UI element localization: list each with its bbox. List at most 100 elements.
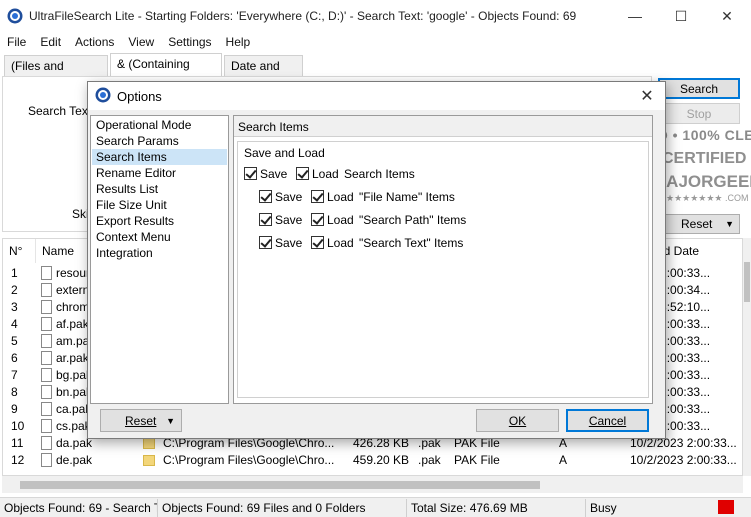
app-logo-icon <box>7 8 23 24</box>
cell-number: 3 <box>11 300 18 314</box>
status-total-size: Total Size: 476.69 MB <box>407 499 586 517</box>
load-checkbox-label: Load <box>327 190 354 204</box>
load-checkbox-label: Load <box>327 236 354 250</box>
table-row[interactable]: 12 de.pak C:\Program Files\Google\Chro... 4… <box>3 452 742 469</box>
status-files-folders: Objects Found: 69 Files and 0 Folders <box>158 499 407 517</box>
menu-help[interactable]: Help <box>219 32 258 52</box>
nav-item-rename-editor[interactable]: Rename Editor <box>92 165 227 181</box>
cell-path: C:\Program Files\Google\Chro... <box>163 453 335 467</box>
dialog-title-bar <box>88 82 665 110</box>
window-title: UltraFileSearch Lite - Starting Folders:… <box>29 9 577 23</box>
file-icon <box>41 317 52 331</box>
nav-item-file-size-unit[interactable]: File Size Unit <box>92 197 227 213</box>
tab-files-and-folders[interactable]: (Files and Folders) <box>4 55 108 93</box>
file-icon <box>41 283 52 297</box>
cell-attributes: A <box>559 453 568 467</box>
search-item-label: "File Name" Items <box>359 190 455 204</box>
status-objects-found: Objects Found: 69 - Search Time <box>0 499 158 517</box>
cell-number: 11 <box>11 436 24 450</box>
watermark-certified-text: CERTIFIED <box>662 150 747 167</box>
cell-type: PAK File <box>454 453 500 467</box>
status-bar: Objects Found: 69 - Search Time Objects … <box>0 497 751 517</box>
load-checkbox[interactable] <box>311 236 324 249</box>
cell-number: 5 <box>11 334 18 348</box>
reset-button-label: Reset <box>681 217 713 231</box>
column-header-date[interactable]: ed Date <box>653 239 742 263</box>
maximize-button[interactable]: ☐ <box>658 0 704 32</box>
ok-button[interactable]: OK <box>476 409 559 432</box>
minimize-button[interactable]: — <box>612 0 658 32</box>
dialog-reset-label: Reset <box>125 413 157 428</box>
menu-actions[interactable]: Actions <box>68 32 121 52</box>
search-text-label: Search Text <box>28 104 92 118</box>
cancel-button-label: Cancel <box>588 413 627 428</box>
menu-file[interactable]: File <box>0 32 33 52</box>
cell-number: 9 <box>11 402 18 416</box>
group-label: Save and Load <box>244 146 325 160</box>
nav-item-search-items[interactable]: Search Items <box>92 149 227 165</box>
cell-number: 8 <box>11 385 18 399</box>
search-item-label: Search Items <box>344 167 415 181</box>
dialog-close-button[interactable]: ✕ <box>635 84 659 108</box>
maximize-icon: ☐ <box>674 7 688 24</box>
load-checkbox[interactable] <box>311 213 324 226</box>
stop-button[interactable]: Stop <box>658 103 740 124</box>
save-checkbox[interactable] <box>259 213 272 226</box>
nav-item-export-results[interactable]: Export Results <box>92 213 227 229</box>
nav-item-operational-mode[interactable]: Operational Mode <box>92 117 227 133</box>
reset-button[interactable]: Reset ▼ <box>658 214 740 234</box>
status-indicator <box>718 500 734 514</box>
file-icon <box>41 300 52 314</box>
minimize-icon: — <box>628 8 642 24</box>
watermark-stars: ★★★★★★★ .COM <box>666 193 749 203</box>
cell-extension: .pak <box>418 453 441 467</box>
dialog-app-icon <box>95 87 111 103</box>
vertical-scrollbar-thumb[interactable] <box>744 262 750 302</box>
nav-item-results-list[interactable]: Results List <box>92 181 227 197</box>
cancel-button[interactable]: Cancel <box>566 409 649 432</box>
save-checkbox[interactable] <box>259 236 272 249</box>
menu-settings[interactable]: Settings <box>161 32 218 52</box>
cell-number: 7 <box>11 368 18 382</box>
file-icon <box>41 453 52 467</box>
cell-date: 10/2/2023 2:00:33... <box>630 453 737 467</box>
chevron-down-icon: ▼ <box>725 219 734 229</box>
cell-number: 10 <box>11 419 25 433</box>
file-icon <box>41 266 52 280</box>
menu-edit[interactable]: Edit <box>33 32 68 52</box>
cell-number: 12 <box>11 453 25 467</box>
save-checkbox-label: Save <box>275 213 303 227</box>
menu-view[interactable]: View <box>121 32 161 52</box>
cell-name: de.pak <box>56 453 93 467</box>
ok-button-label: OK <box>508 413 527 428</box>
section-title: Search Items <box>238 120 309 134</box>
load-checkbox[interactable] <box>311 190 324 203</box>
tab-date-and-size[interactable]: Date and Size <box>224 55 303 93</box>
cell-number: 6 <box>11 351 18 365</box>
file-icon <box>41 368 52 382</box>
save-checkbox-label: Save <box>275 190 303 204</box>
tab-containing-text[interactable]: & (Containing Text) <box>110 53 222 91</box>
load-checkbox[interactable] <box>296 167 309 180</box>
nav-item-context-menu-integration[interactable]: Context Menu Integration <box>92 229 227 260</box>
load-checkbox-label: Load <box>312 167 339 181</box>
search-item-label: "Search Path" Items <box>359 213 467 227</box>
save-checkbox[interactable] <box>244 167 257 180</box>
horizontal-scrollbar-thumb[interactable] <box>20 481 540 489</box>
search-button[interactable]: Search <box>658 78 740 99</box>
file-icon <box>41 419 52 433</box>
cell-size: 459.20 KB <box>353 453 410 467</box>
file-icon <box>41 385 52 399</box>
dialog-reset-button[interactable]: Reset ▼ <box>100 409 182 432</box>
tab-strip: (Files and Folders) & (Containing Text) … <box>0 53 751 93</box>
column-header-number[interactable]: N° <box>3 239 36 263</box>
chevron-down-icon: ▼ <box>166 415 175 426</box>
nav-item-search-params[interactable]: Search Params <box>92 133 227 149</box>
search-item-label: "Search Text" Items <box>359 236 464 250</box>
save-checkbox[interactable] <box>259 190 272 203</box>
close-button[interactable]: ✕ <box>704 0 750 32</box>
status-state: Busy <box>590 501 617 515</box>
menu-bar: File Edit Actions View Settings Help <box>0 32 751 52</box>
dialog-title: Options <box>117 89 162 104</box>
save-checkbox-label: Save <box>275 236 303 250</box>
